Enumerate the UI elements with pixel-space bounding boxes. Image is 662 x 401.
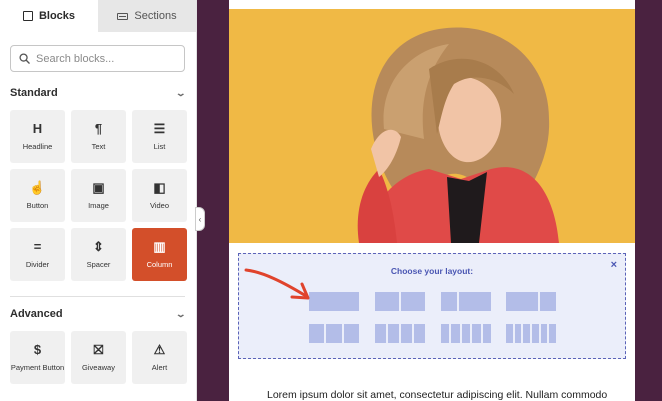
block-column[interactable]: ▥ Column [132,228,187,281]
layout-column [506,292,538,311]
layout-column [506,324,513,343]
headline-icon: H [32,121,43,136]
layout-option-1-1-1[interactable] [309,324,359,343]
block-label: Headline [22,142,53,151]
search-icon [19,53,30,64]
block-label: Column [146,260,173,269]
block-alert[interactable]: ⚠ Alert [132,331,187,384]
tab-blocks[interactable]: Blocks [0,0,98,32]
advanced-blocks-grid: $ Payment Button ⛝ Giveaway ⚠ Alert [10,331,187,384]
layout-column [309,324,325,343]
layout-column [441,292,457,311]
group-divider [10,296,185,297]
standard-blocks-grid: H Headline ¶ Text ☰ List ☝ Button ▣ Image ◧ Video = D… [10,110,187,281]
layout-option-2-1[interactable] [506,292,556,311]
layout-column [459,292,491,311]
blocks-icon [22,11,33,21]
layout-option-1-1[interactable] [375,292,425,311]
alert-icon: ⚠ [153,342,166,357]
layout-option-1-1-1-1-1[interactable] [441,324,491,343]
block-button[interactable]: ☝ Button [10,169,65,222]
layout-column [451,324,460,343]
layout-column [375,292,399,311]
block-label: Text [91,142,106,151]
list-icon: ☰ [153,121,166,136]
layout-column [514,324,522,343]
pointer-icon: ☝ [29,180,46,195]
advanced-group-header[interactable]: Advanced ⌄ [10,308,187,320]
block-label: Alert [151,363,168,372]
video-icon: ◧ [153,180,166,195]
layout-column [375,324,386,343]
image-icon: ▣ [92,180,105,195]
close-icon[interactable]: × [611,259,617,271]
block-text[interactable]: ¶ Text [71,110,126,163]
layout-column [461,324,471,343]
block-image[interactable]: ▣ Image [71,169,126,222]
layout-column [482,324,491,343]
block-label: List [153,142,166,151]
paragraph-icon: ¶ [94,121,103,136]
layout-column [401,292,425,311]
email-canvas: Choose your layout: × Lorem ipsum dolor … [229,0,635,401]
spacer-icon: ⇕ [93,239,104,254]
layout-column [343,324,359,343]
layout-column [414,324,425,343]
block-divider[interactable]: = Divider [10,228,65,281]
block-label: Spacer [86,260,111,269]
layout-column [540,292,556,311]
hero-image[interactable] [229,9,635,243]
column-icon: ▥ [153,239,166,254]
block-label: Image [88,201,109,210]
chevron-down-icon: ⌄ [175,308,187,319]
standard-group-title: Standard [10,87,58,99]
gift-icon: ⛝ [93,342,104,357]
collapse-sidebar-handle[interactable]: ‹ [195,207,205,231]
layout-column [540,324,548,343]
layout-option-1-1-1-1-1-1[interactable] [506,324,556,343]
block-spacer[interactable]: ⇕ Spacer [71,228,126,281]
search-input[interactable] [36,52,176,65]
block-label: Giveaway [82,363,115,372]
chevron-down-icon: ⌄ [175,87,187,98]
layout-column [549,324,556,343]
annotation-arrow [244,268,310,300]
search-box [10,45,185,72]
block-label: Payment Button [10,363,65,372]
chevron-left-icon: ‹ [198,214,202,224]
layout-option-1-2[interactable] [441,292,491,311]
layout-column [531,324,539,343]
layout-column [388,324,399,343]
block-payment-button[interactable]: $ Payment Button [10,331,65,384]
block-headline[interactable]: H Headline [10,110,65,163]
layout-column [472,324,481,343]
sections-icon [117,12,129,20]
layout-column [401,324,412,343]
block-label: Video [149,201,170,210]
layout-column [523,324,530,343]
block-label: Button [26,201,49,210]
sidebar-tabs: Blocks Sections [0,0,196,32]
body-paragraph[interactable]: Lorem ipsum dolor sit amet, consectetur … [267,389,607,401]
advanced-group-title: Advanced [10,308,63,320]
hero-photo [229,9,635,243]
block-video[interactable]: ◧ Video [132,169,187,222]
layout-column [441,324,450,343]
layout-option-1-1-1-1[interactable] [375,324,425,343]
divider-icon: = [33,239,42,254]
tab-sections-label: Sections [134,10,177,22]
standard-group-header[interactable]: Standard ⌄ [10,87,187,99]
blocks-sidebar: Blocks Sections Standard ⌄ H Headline ¶ Tex… [0,0,197,401]
block-list[interactable]: ☰ List [132,110,187,163]
block-label: Divider [25,260,50,269]
payment-icon: $ [33,342,42,357]
tab-sections[interactable]: Sections [98,0,196,32]
tab-blocks-label: Blocks [38,10,76,22]
layout-column [326,324,342,343]
block-giveaway[interactable]: ⛝ Giveaway [71,331,126,384]
